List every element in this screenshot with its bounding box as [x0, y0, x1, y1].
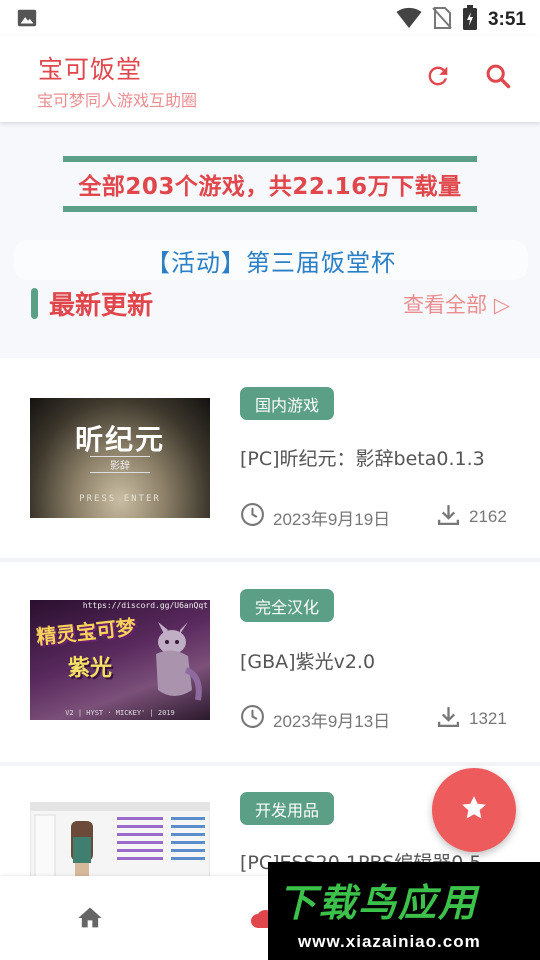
game-title: [PC]昕纪元：影辞beta0.1.3 — [240, 448, 485, 470]
section-accent-bar — [31, 288, 38, 319]
no-sim-icon — [432, 6, 452, 34]
game-title: [GBA]紫光v2.0 — [240, 651, 376, 673]
date-text: 2023年9月19日 — [273, 509, 391, 529]
update-date: 2023年9月19日 — [240, 502, 390, 532]
thumbnail-credits: V2 | HYST · MICKEY' | 2019 — [65, 709, 175, 717]
hero-section: 全部203个游戏，共22.16万下载量 【活动】第三届饭堂杯 最新更新 查看全部… — [0, 122, 540, 358]
image-icon — [16, 7, 38, 33]
game-list-item[interactable]: 昕纪元 影辞 PRESS ENTER 国内游戏 [PC]昕纪元：影辞beta0.… — [0, 358, 540, 558]
refresh-icon — [424, 62, 452, 94]
game-thumbnail: 昕纪元 影辞 PRESS ENTER — [30, 398, 210, 518]
pokemon-figure — [156, 622, 202, 701]
download-icon — [436, 704, 461, 734]
download-icon — [436, 502, 461, 532]
thumbnail-subtitle: 影辞 — [90, 456, 150, 473]
download-count: 1321 — [436, 704, 507, 734]
thumbnail-subtitle: 紫光 — [68, 656, 113, 681]
update-date: 2023年9月13日 — [240, 704, 390, 734]
thumbnail-prompt: PRESS ENTER — [79, 494, 161, 504]
thumbnail-url: https://discord.gg/U6anQqt — [82, 601, 208, 610]
wifi-icon — [396, 7, 422, 33]
app-subtitle: 宝可梦同人游戏互助圈 — [37, 91, 198, 110]
star-icon — [459, 793, 489, 827]
game-thumbnail: https://discord.gg/U6anQqt 精灵宝可梦 紫光 V2 |… — [30, 600, 210, 720]
stats-text: 全部203个游戏，共22.16万下载量 — [78, 174, 462, 200]
event-banner[interactable]: 【活动】第三届饭堂杯 — [14, 240, 528, 280]
category-tag[interactable]: 国内游戏 — [240, 387, 335, 420]
status-bar: 3:51 — [0, 0, 540, 36]
clock-time: 3:51 — [487, 9, 526, 30]
clock-icon — [240, 704, 265, 734]
category-tag[interactable]: 开发用品 — [240, 792, 335, 825]
date-text: 2023年9月13日 — [273, 711, 391, 731]
search-icon — [484, 62, 512, 94]
thumbnail-title: 昕纪元 — [74, 423, 165, 456]
game-list-item[interactable]: https://discord.gg/U6anQqt 精灵宝可梦 紫光 V2 |… — [0, 562, 540, 762]
download-count-text: 2162 — [469, 507, 507, 526]
download-count: 2162 — [436, 502, 507, 532]
view-all-link[interactable]: 查看全部 ▷ — [403, 289, 510, 319]
refresh-button[interactable] — [422, 62, 454, 94]
app-title: 宝可饭堂 — [38, 55, 143, 84]
watermark-title: 下载鸟应用 — [278, 881, 479, 925]
favorite-fab-button[interactable] — [432, 768, 516, 852]
section-title: 最新更新 — [49, 291, 154, 321]
event-text: 【活动】第三届饭堂杯 — [146, 248, 396, 277]
watermark-logo: 下载鸟应用 www.xiazainiao.com — [268, 862, 540, 960]
stats-banner: 全部203个游戏，共22.16万下载量 — [63, 156, 477, 212]
watermark-url: www.xiazainiao.com — [298, 932, 481, 951]
app-header: 宝可饭堂 宝可梦同人游戏互助圈 — [0, 36, 540, 122]
home-icon — [76, 907, 104, 936]
battery-icon — [462, 5, 478, 35]
nav-home-button[interactable] — [76, 904, 104, 936]
category-tag[interactable]: 完全汉化 — [240, 589, 335, 622]
search-button[interactable] — [482, 62, 514, 94]
download-count-text: 1321 — [469, 709, 507, 728]
thumbnail-logo: 精灵宝可梦 — [35, 614, 138, 650]
clock-icon — [240, 502, 265, 532]
